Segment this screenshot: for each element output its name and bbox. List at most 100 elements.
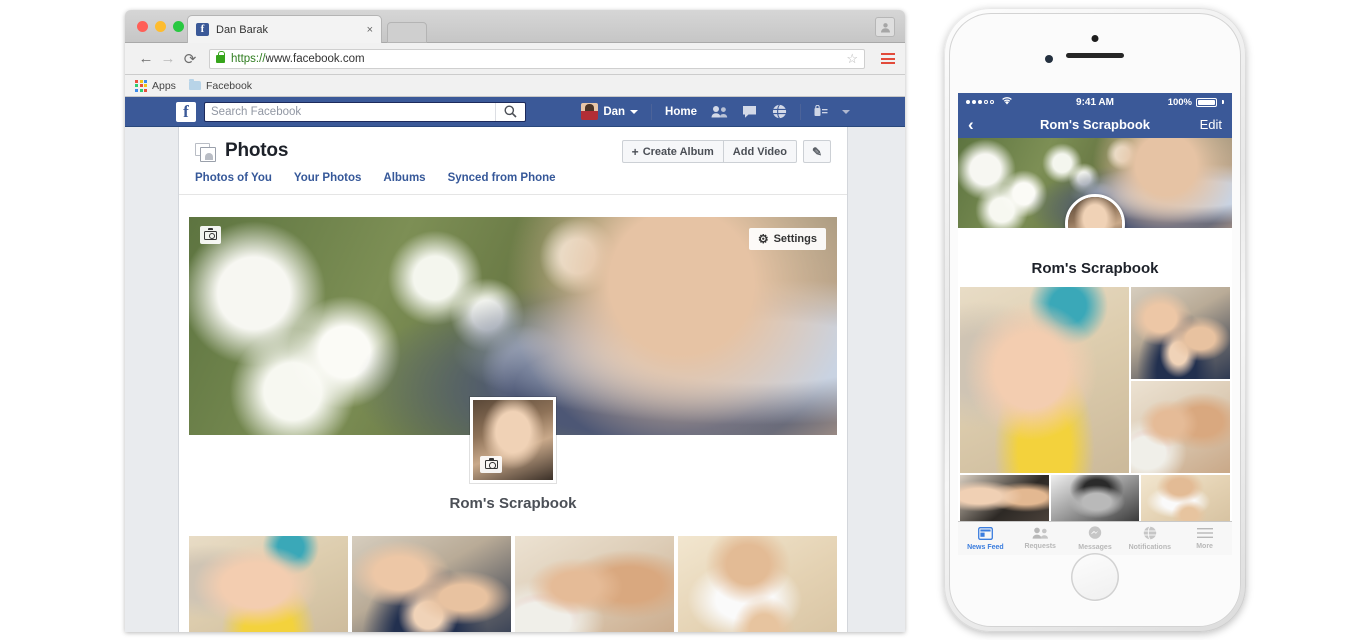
search-box[interactable] — [204, 102, 526, 122]
facebook-header-right: Dan Home — [574, 103, 857, 120]
edit-button[interactable]: ✎ — [803, 140, 831, 163]
edit-button[interactable]: Edit — [1200, 117, 1222, 132]
add-video-label: Add Video — [733, 146, 787, 158]
back-chevron-icon[interactable]: ‹ — [968, 116, 974, 133]
status-time: 9:41 AM — [1076, 97, 1114, 108]
photo-man-white-shirt-baby[interactable] — [678, 536, 837, 632]
photo-two-men-baby[interactable] — [352, 536, 511, 632]
tab-notifications[interactable]: Notifications — [1122, 526, 1177, 551]
photos-tabs: Photos of You Your Photos Albums Synced … — [179, 163, 847, 195]
messages-icon[interactable] — [735, 105, 765, 119]
page-title: Photos — [225, 140, 288, 162]
back-icon[interactable]: ← — [135, 50, 157, 67]
tab-synced-from-phone[interactable]: Synced from Phone — [448, 172, 556, 184]
ios-cover-photo[interactable] — [958, 138, 1232, 228]
account-name: Dan — [603, 106, 625, 118]
search-input[interactable] — [205, 103, 495, 121]
browser-profile-icon[interactable] — [875, 17, 895, 37]
notifications-globe-icon — [1122, 526, 1177, 543]
new-tab-button[interactable] — [387, 22, 427, 43]
search-icon[interactable] — [495, 103, 525, 121]
photo-couple-santa-baby[interactable] — [1131, 381, 1230, 473]
front-camera-icon — [1092, 35, 1099, 42]
photo-man-white-shirt-baby[interactable] — [1141, 475, 1230, 521]
account-caret-icon[interactable] — [835, 110, 857, 114]
iphone-screen: 9:41 AM 100% ‹ Rom's Scrapbook Edit Rom'… — [958, 93, 1232, 555]
photo-two-men-baby[interactable] — [1131, 287, 1230, 379]
tab-your-photos[interactable]: Your Photos — [294, 172, 362, 184]
album-title: Rom's Scrapbook — [179, 495, 847, 512]
photo-mom-baby[interactable] — [960, 475, 1049, 521]
close-tab-icon[interactable]: × — [367, 24, 373, 36]
browser-tab[interactable]: f Dan Barak × — [187, 15, 382, 43]
iphone-body: 9:41 AM 100% ‹ Rom's Scrapbook Edit Rom'… — [949, 13, 1241, 627]
photo-couple-santa-baby[interactable] — [515, 536, 674, 632]
reload-icon[interactable]: ⟳ — [179, 50, 201, 68]
change-thumbnail-camera-icon[interactable] — [480, 456, 502, 473]
tab-requests-label: Requests — [1013, 543, 1068, 550]
browser-tabstrip: f Dan Barak × — [125, 10, 905, 43]
avatar — [581, 103, 598, 120]
photo-baby-toy[interactable] — [960, 287, 1129, 473]
screenshot-stage: f Dan Barak × ← → ⟳ https://www.facebook… — [0, 0, 1364, 640]
messenger-icon — [1068, 526, 1123, 543]
bookmark-apps[interactable]: Apps — [135, 80, 176, 92]
proximity-sensor-icon — [1045, 55, 1053, 63]
bookmark-facebook-label: Facebook — [206, 80, 252, 92]
bookmarks-bar: Apps Facebook — [125, 75, 905, 97]
wifi-icon — [1001, 96, 1013, 108]
iphone-device: 9:41 AM 100% ‹ Rom's Scrapbook Edit Rom'… — [944, 8, 1246, 632]
battery-icon — [1196, 98, 1217, 107]
ssl-lock-icon — [216, 55, 225, 63]
cover-settings-button[interactable]: ⚙ Settings — [749, 228, 826, 250]
chevron-down-icon — [630, 110, 638, 114]
ios-photo-grid — [958, 287, 1232, 473]
tab-notifications-label: Notifications — [1122, 544, 1177, 551]
plus-icon: + — [632, 145, 639, 159]
bookmark-facebook[interactable]: Facebook — [189, 80, 252, 92]
notifications-globe-icon[interactable] — [765, 104, 794, 119]
apps-grid-icon — [135, 80, 147, 92]
create-album-button[interactable]: + Create Album — [622, 140, 724, 163]
photo-baby-toy[interactable] — [189, 536, 348, 632]
friend-requests-icon[interactable] — [704, 105, 735, 118]
tab-albums[interactable]: Albums — [383, 172, 425, 184]
window-controls[interactable] — [137, 21, 184, 32]
photos-card-header: Photos + Create Album Add Video ✎ — [179, 127, 847, 163]
browser-menu-icon[interactable] — [881, 51, 895, 67]
close-window-button[interactable] — [137, 21, 148, 32]
account-menu-button[interactable]: Dan — [574, 103, 645, 120]
news-feed-icon — [958, 527, 1013, 543]
ios-grid-column-left — [960, 287, 1129, 473]
change-cover-camera-icon[interactable] — [200, 226, 221, 244]
create-album-label: Create Album — [643, 146, 714, 158]
ios-photo-grid-row-2 — [958, 473, 1232, 521]
forward-icon[interactable]: → — [157, 50, 179, 67]
photo-grid — [189, 536, 837, 632]
friend-requests-icon — [1013, 527, 1068, 542]
url-scheme: https:// — [231, 53, 266, 65]
photo-bw-baby[interactable] — [1051, 475, 1140, 521]
ios-album-avatar[interactable] — [1065, 194, 1125, 228]
tab-photos-of-you[interactable]: Photos of You — [195, 172, 272, 184]
folder-icon — [189, 81, 201, 90]
tab-news-feed[interactable]: News Feed — [958, 527, 1013, 551]
tab-more[interactable]: More — [1177, 527, 1232, 550]
home-link[interactable]: Home — [658, 106, 704, 118]
home-button[interactable] — [1071, 553, 1119, 601]
tab-requests[interactable]: Requests — [1013, 527, 1068, 550]
tab-messages[interactable]: Messages — [1068, 526, 1123, 551]
minimize-window-button[interactable] — [155, 21, 166, 32]
add-video-button[interactable]: Add Video — [724, 140, 797, 163]
album-cover-area: ⚙ Settings — [189, 217, 837, 435]
privacy-lock-icon[interactable] — [807, 105, 835, 118]
maximize-window-button[interactable] — [173, 21, 184, 32]
earpiece-speaker — [1066, 53, 1124, 58]
bookmark-star-icon[interactable]: ☆ — [846, 51, 858, 67]
address-bar[interactable]: https://www.facebook.com ☆ — [209, 49, 865, 69]
album-profile-thumbnail[interactable] — [470, 397, 556, 483]
address-bar-url: https://www.facebook.com — [231, 53, 365, 65]
more-hamburger-icon — [1177, 527, 1232, 542]
photos-icon — [195, 143, 217, 163]
facebook-logo[interactable]: f — [176, 102, 196, 122]
